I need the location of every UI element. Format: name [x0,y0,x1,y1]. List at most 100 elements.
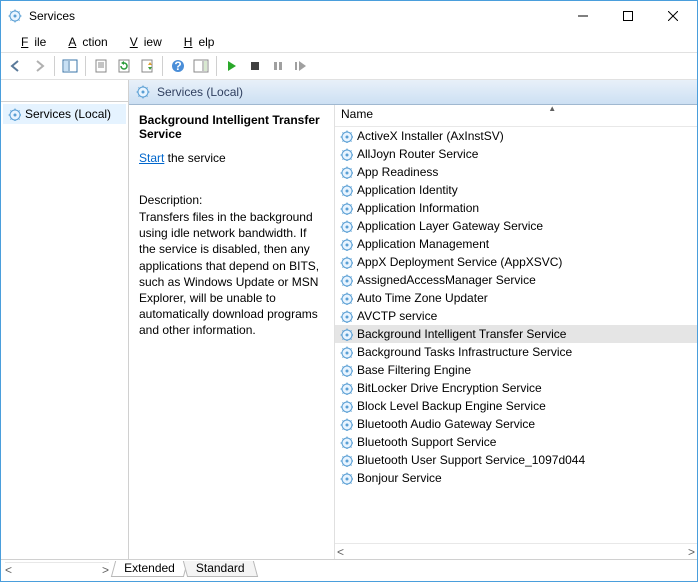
gear-icon [339,183,353,197]
forward-button[interactable] [28,55,50,77]
help-button[interactable]: ? [167,55,189,77]
separator [216,56,217,76]
separator [85,56,86,76]
gear-icon [339,435,353,449]
gear-icon [339,201,353,215]
column-header-row: Name ▲ [335,105,697,127]
service-row[interactable]: App Readiness [335,163,697,181]
show-hide-tree-button[interactable] [59,55,81,77]
service-name: Bluetooth Audio Gateway Service [357,417,535,431]
service-row[interactable]: Auto Time Zone Updater [335,289,697,307]
app-icon [7,8,23,24]
service-name: AppX Deployment Service (AppXSVC) [357,255,562,269]
menu-action[interactable]: Action [56,34,113,50]
service-row[interactable]: BitLocker Drive Encryption Service [335,379,697,397]
service-name: Application Identity [357,183,458,197]
service-name: AssignedAccessManager Service [357,273,536,287]
service-name: Application Layer Gateway Service [357,219,543,233]
gear-icon [339,453,353,467]
service-row[interactable]: Background Tasks Infrastructure Service [335,343,697,361]
scroll-right-icon[interactable]: > [688,545,695,559]
service-row[interactable]: Bonjour Service [335,469,697,487]
service-list[interactable]: ActiveX Installer (AxInstSV) AllJoyn Rout… [335,127,697,543]
window-title: Services [29,9,560,23]
tree-item-label: Services (Local) [25,107,111,121]
refresh-button[interactable] [113,55,135,77]
menu-file[interactable]: File [9,34,52,50]
service-name: ActiveX Installer (AxInstSV) [357,129,504,143]
service-row[interactable]: AVCTP service [335,307,697,325]
pause-service-button[interactable] [267,55,289,77]
column-header-name[interactable]: Name ▲ [335,105,697,126]
service-name: AllJoyn Router Service [357,147,478,161]
service-name: Block Level Backup Engine Service [357,399,546,413]
service-name: Auto Time Zone Updater [357,291,488,305]
toolbar: ? [1,52,697,80]
selected-service-name: Background Intelligent Transfer Service [139,113,324,141]
titlebar: Services [1,1,697,31]
gear-icon [339,147,353,161]
gear-icon [339,471,353,485]
gear-icon [339,291,353,305]
menu-view[interactable]: View [118,34,168,50]
list-hscroll[interactable]: < > [335,543,697,559]
gear-icon [339,381,353,395]
service-row[interactable]: Application Information [335,199,697,217]
gear-icon [7,107,21,121]
service-name: Application Management [357,237,489,251]
gear-icon [339,165,353,179]
separator [162,56,163,76]
service-row[interactable]: AppX Deployment Service (AppXSVC) [335,253,697,271]
service-name: Bluetooth User Support Service_1097d044 [357,453,585,467]
restart-service-button[interactable] [290,55,312,77]
service-row[interactable]: Bluetooth User Support Service_1097d044 [335,451,697,469]
service-row[interactable]: Block Level Backup Engine Service [335,397,697,415]
service-row[interactable]: Application Identity [335,181,697,199]
gear-icon [339,309,353,323]
service-row[interactable]: Application Layer Gateway Service [335,217,697,235]
sort-asc-icon: ▲ [548,105,556,113]
tree-pane: Services (Local) [1,80,129,559]
tab-standard[interactable]: Standard [183,561,258,577]
service-name: Bluetooth Support Service [357,435,496,449]
view-tabs: Extended Standard [113,561,254,579]
close-button[interactable] [650,1,695,31]
service-name: AVCTP service [357,309,437,323]
service-row[interactable]: ActiveX Installer (AxInstSV) [335,127,697,145]
maximize-button[interactable] [605,1,650,31]
gear-icon [339,399,353,413]
stop-service-button[interactable] [244,55,266,77]
gear-icon [339,219,353,233]
gear-icon [339,273,353,287]
gear-icon [339,327,353,341]
tab-extended[interactable]: Extended [111,561,188,577]
service-row[interactable]: Bluetooth Support Service [335,433,697,451]
gear-icon [339,417,353,431]
start-link[interactable]: Start [139,151,164,165]
tree-item-services-local[interactable]: Services (Local) [3,104,126,124]
export-button[interactable] [136,55,158,77]
minimize-button[interactable] [560,1,605,31]
service-row[interactable]: Base Filtering Engine [335,361,697,379]
gear-icon [339,363,353,377]
start-service-button[interactable] [221,55,243,77]
gear-icon [339,255,353,269]
svg-text:?: ? [174,59,181,73]
service-row[interactable]: AllJoyn Router Service [335,145,697,163]
menu-help[interactable]: Help [172,34,221,50]
detail-pane: Background Intelligent Transfer Service … [129,105,335,559]
back-button[interactable] [5,55,27,77]
description-heading: Description: [139,193,324,207]
scroll-left-icon[interactable]: < [337,545,344,559]
service-row[interactable]: AssignedAccessManager Service [335,271,697,289]
service-row[interactable]: Background Intelligent Transfer Service [335,325,697,343]
tree-hscroll[interactable]: <> [5,562,109,578]
service-row[interactable]: Application Management [335,235,697,253]
gear-icon [339,237,353,251]
service-name: Bonjour Service [357,471,442,485]
action-pane-button[interactable] [190,55,212,77]
properties-button[interactable] [90,55,112,77]
service-name: BitLocker Drive Encryption Service [357,381,542,395]
service-row[interactable]: Bluetooth Audio Gateway Service [335,415,697,433]
service-name: Background Tasks Infrastructure Service [357,345,572,359]
